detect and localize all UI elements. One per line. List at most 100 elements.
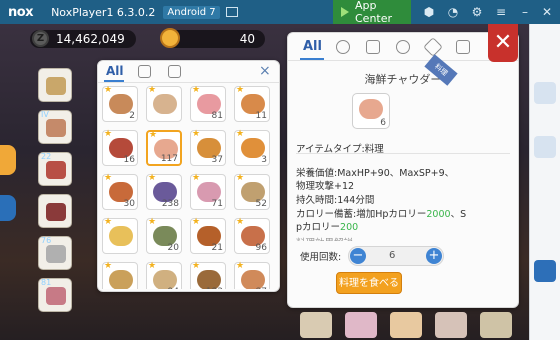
- background-item: [480, 312, 512, 338]
- eat-button[interactable]: 料理を食べる: [336, 272, 402, 294]
- inventory-slot[interactable]: ★ 20: [146, 217, 182, 254]
- tab-card-icon[interactable]: [456, 40, 470, 54]
- tab-all[interactable]: All: [106, 64, 124, 78]
- inventory-slot[interactable]: ★ 117: [146, 130, 182, 166]
- item-count: 3: [261, 155, 267, 165]
- item-count: 11: [255, 111, 267, 121]
- item-duration: 持久時間:144分間: [296, 195, 375, 206]
- gem-icon: [160, 28, 180, 48]
- emulator-sidebar: [529, 24, 560, 340]
- character-icon[interactable]: [534, 82, 556, 104]
- quick-slot[interactable]: IV: [38, 110, 72, 144]
- background-item: [300, 312, 332, 338]
- item-count: 117: [160, 154, 178, 164]
- gear-icon[interactable]: ⚙: [470, 5, 484, 19]
- minus-button[interactable]: −: [350, 248, 366, 264]
- star-icon: ★: [192, 173, 201, 183]
- star-icon: ★: [192, 217, 201, 227]
- item-effect-line2: 物理攻撃+12: [296, 181, 355, 192]
- star-icon: ★: [236, 217, 245, 227]
- zoom-icon[interactable]: [534, 260, 556, 282]
- star-icon: ★: [236, 129, 245, 139]
- star-icon: ★: [104, 86, 113, 95]
- item-cut-text: 料理効果解説: [296, 235, 353, 241]
- bell-icon[interactable]: ◔: [446, 5, 460, 19]
- item-calorie-line2: pカロリー200: [296, 222, 359, 233]
- inventory-slot[interactable]: ★ 37: [190, 129, 226, 166]
- gem-amount: 40: [165, 30, 265, 48]
- quick-slot[interactable]: [38, 194, 72, 228]
- star-icon: ★: [236, 261, 245, 271]
- item-count: 21: [211, 243, 223, 253]
- item-calorie-line1: カロリー備蓄:増加Hpカロリー2000、S: [296, 209, 467, 220]
- inventory-slot[interactable]: ★ 30: [102, 173, 138, 210]
- inventory-slot[interactable]: ★ 87: [234, 261, 270, 289]
- inventory-slot[interactable]: ★ 94: [146, 261, 182, 289]
- inventory-slot[interactable]: ★ 81: [190, 86, 226, 122]
- item-count: 30: [123, 199, 135, 209]
- item-icon: [46, 203, 66, 221]
- use-count-value[interactable]: 6: [389, 250, 395, 261]
- calorie-hp-value: 2000: [426, 209, 451, 220]
- shirt-icon[interactable]: ⬢: [422, 5, 436, 19]
- tab-grid-icon[interactable]: [168, 65, 181, 78]
- tab-heart-icon[interactable]: [336, 40, 350, 54]
- close-button[interactable]: ✕: [488, 24, 518, 62]
- tab-potion-icon[interactable]: [396, 40, 410, 54]
- inventory-close-icon[interactable]: ×: [259, 63, 271, 79]
- app-center-label: App Center: [355, 0, 393, 25]
- compass-icon[interactable]: [534, 136, 556, 158]
- quick-slot-count: 81: [41, 278, 52, 287]
- inventory-slot[interactable]: ★ 183: [190, 261, 226, 289]
- use-count-stepper[interactable]: − 6 +: [348, 246, 444, 266]
- inventory-slot[interactable]: ★ 2: [102, 86, 138, 122]
- quick-slot[interactable]: 76: [38, 236, 72, 270]
- inventory-slot[interactable]: ★ 21: [190, 217, 226, 254]
- quick-slot-count: 22: [41, 152, 52, 161]
- tab-hat-icon[interactable]: [138, 65, 151, 78]
- quick-slot[interactable]: [38, 68, 72, 102]
- quick-slot-count: 76: [41, 236, 52, 245]
- close-window-icon[interactable]: ✕: [540, 5, 554, 19]
- star-icon: ★: [104, 173, 113, 183]
- tab-gem-icon[interactable]: [423, 37, 443, 57]
- food-icon: [109, 226, 133, 246]
- inventory-slot[interactable]: ★ 96: [234, 217, 270, 254]
- calorie-sp-value: 200: [340, 222, 359, 233]
- inventory-slot[interactable]: ★: [102, 217, 138, 254]
- plus-button[interactable]: +: [426, 248, 442, 264]
- inventory-slot[interactable]: ★ 16: [102, 129, 138, 166]
- inventory-slot[interactable]: ★ 71: [190, 173, 226, 210]
- star-icon: ★: [192, 261, 201, 271]
- item-icon: [46, 161, 66, 179]
- inventory-slot[interactable]: ★: [102, 261, 138, 289]
- item-icon: [46, 245, 66, 263]
- inventory-slot[interactable]: ★ 52: [234, 173, 270, 210]
- tab-shirt-icon[interactable]: [366, 40, 380, 54]
- star-icon: ★: [148, 86, 157, 95]
- screen-icon[interactable]: [225, 7, 238, 17]
- star-icon: ★: [104, 261, 113, 271]
- item-effect-line1: 栄養価値:MaxHP+90、MaxSP+9、: [296, 168, 455, 179]
- menu-icon[interactable]: ≡: [494, 5, 508, 19]
- inventory-slot[interactable]: ★: [146, 86, 182, 122]
- detail-tab-all[interactable]: All: [303, 39, 322, 54]
- item-detail-panel: All 海鮮チャウダー アイテムタイプ:料理 栄養価値:MaxHP+90、Max…: [287, 32, 519, 308]
- expand-arrow-icon[interactable]: [0, 145, 16, 175]
- quick-slot[interactable]: 81: [38, 278, 72, 312]
- settings-tab-icon[interactable]: [0, 195, 16, 221]
- item-count: 96: [255, 243, 267, 253]
- background-item: [390, 312, 422, 338]
- star-icon: ★: [236, 173, 245, 183]
- inventory-slot[interactable]: ★ 3: [234, 129, 270, 166]
- inventory-slot[interactable]: ★ 238: [146, 173, 182, 210]
- quick-slot[interactable]: 22: [38, 152, 72, 186]
- star-icon: ★: [148, 261, 157, 271]
- app-center-button[interactable]: App Center: [333, 0, 411, 25]
- android-badge: Android 7: [163, 5, 220, 19]
- minimize-icon[interactable]: –: [518, 5, 532, 19]
- inventory-panel: All × ★ 2 ★ ★ 81 ★ 11 ★ 16 ★ 117 ★ 37 ★ 3 ★ 30 ★ 238 ★ 71 ★ 52…: [97, 60, 280, 292]
- inventory-slot[interactable]: ★ 11: [234, 86, 270, 122]
- item-type: アイテムタイプ:料理: [296, 144, 384, 155]
- quick-slot-count: IV: [41, 110, 49, 119]
